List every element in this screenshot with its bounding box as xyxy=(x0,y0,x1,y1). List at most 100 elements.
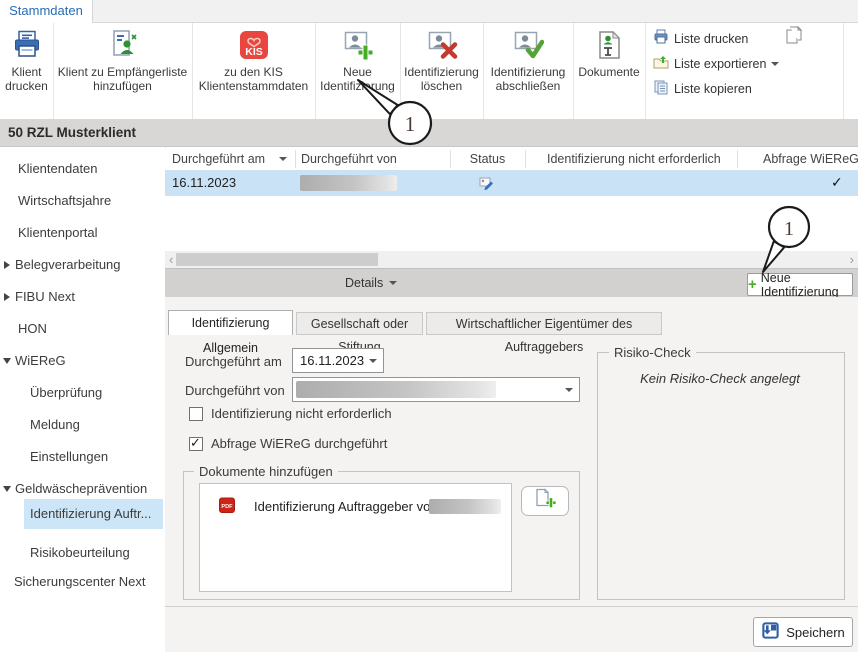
sidebar-item-ueberpruefung[interactable]: Überprüfung xyxy=(30,382,102,404)
kis-klientenstammdaten-button[interactable]: KIS zu den KIS Klientenstammdaten xyxy=(192,23,316,119)
checkbox-abfrage-wiereg-label: Abfrage WiEReG durchgeführt xyxy=(211,436,387,451)
liste-exportieren-button[interactable]: Liste exportieren xyxy=(653,54,779,73)
chevron-down-icon xyxy=(565,388,573,392)
liste-kopieren-button[interactable]: Liste kopieren xyxy=(653,79,752,98)
document-add-icon xyxy=(533,488,557,515)
client-title: 50 RZL Musterklient xyxy=(8,125,136,140)
row-date: 16.11.2023 xyxy=(172,175,236,190)
sidebar-item-fibu-next[interactable]: FIBU Next xyxy=(15,286,75,308)
collapse-arrow-icon[interactable] xyxy=(3,358,11,364)
callout-step1-button: 1 xyxy=(745,203,815,278)
collapse-arrow-icon[interactable] xyxy=(3,486,11,492)
sidebar-item-sicherungscenter-next[interactable]: Sicherungscenter Next xyxy=(14,571,146,593)
column-durchgefuehrt-am[interactable]: Durchgeführt am xyxy=(172,148,287,170)
status-edit-icon xyxy=(478,175,494,194)
sidebar-item-einstellungen[interactable]: Einstellungen xyxy=(30,446,108,468)
column-status[interactable]: Status xyxy=(450,148,525,170)
chevron-down-icon xyxy=(369,359,377,363)
column-abfrage-wiereg[interactable]: Abfrage WiEReG durchgeführt xyxy=(763,148,858,170)
scroll-right-icon[interactable]: › xyxy=(850,251,854,268)
svg-text:1: 1 xyxy=(405,112,416,136)
klient-drucken-button[interactable]: Klient drucken xyxy=(0,23,54,119)
details-label: Details xyxy=(345,276,383,290)
liste-drucken-button[interactable]: Liste drucken xyxy=(653,29,748,48)
ribbon-button-label: Identifizierung abschließen xyxy=(484,65,572,93)
checkmark-icon: ✓ xyxy=(831,174,843,191)
sidebar-item-hon[interactable]: HON xyxy=(18,318,47,340)
pages-button[interactable] xyxy=(784,25,804,50)
document-item-redacted xyxy=(429,499,501,514)
save-icon xyxy=(761,621,780,643)
kis-icon: KIS xyxy=(238,28,270,62)
speichern-label: Speichern xyxy=(786,625,845,640)
sidebar-item-risikobeurteilung[interactable]: Risikobeurteilung xyxy=(30,542,130,564)
risk-empty-text: Kein Risiko-Check angelegt xyxy=(597,371,843,386)
printer-icon xyxy=(11,28,43,62)
add-document-button[interactable] xyxy=(521,486,569,516)
ribbon-button-label: Klient drucken xyxy=(1,65,53,93)
copy-icon xyxy=(653,79,669,98)
sidebar-item-wiereg[interactable]: WiEReG xyxy=(15,350,66,372)
chevron-down-icon xyxy=(389,281,397,285)
sidebar-item-wirtschaftsjahre[interactable]: Wirtschaftsjahre xyxy=(18,190,111,212)
checkbox-nicht-erforderlich[interactable] xyxy=(189,407,203,421)
sort-arrow-icon[interactable] xyxy=(279,157,287,161)
document-item-label[interactable]: Identifizierung Auftraggeber vom xyxy=(254,499,441,514)
column-nicht-erforderlich[interactable]: Identifizierung nicht erforderlich xyxy=(547,148,737,170)
sidebar-item-geldwaeschepraevention[interactable]: Geldwäscheprävention xyxy=(15,478,147,500)
svg-text:KIS: KIS xyxy=(245,46,263,58)
by-combobox[interactable] xyxy=(292,377,580,402)
sidebar-item-belegverarbeitung[interactable]: Belegverarbeitung xyxy=(15,254,121,276)
person-add-icon xyxy=(342,28,374,62)
folder-export-icon xyxy=(653,54,669,73)
identification-row[interactable]: 16.11.2023 ✓ xyxy=(165,170,858,196)
tab-wirtschaftlicher-eigentuemer[interactable]: Wirtschaftlicher Eigentümer des Auftragg… xyxy=(426,312,662,335)
sidebar-item-klientenportal[interactable]: Klientenportal xyxy=(18,222,98,244)
liste-kopieren-label: Liste kopieren xyxy=(674,82,752,96)
svg-text:1: 1 xyxy=(784,218,794,240)
date-value: 16.11.2023 xyxy=(300,353,364,368)
klient-empfaengerliste-button[interactable]: Klient zu Empfängerliste hinzufügen xyxy=(53,23,193,119)
risiko-check-group xyxy=(597,352,845,600)
person-check-icon xyxy=(512,28,544,62)
row-name-redacted xyxy=(300,175,397,191)
printer-small-icon xyxy=(653,29,669,48)
checkbox-abfrage-wiereg[interactable] xyxy=(189,437,203,451)
scroll-left-icon[interactable]: ‹ xyxy=(169,251,173,268)
sidebar-item-meldung[interactable]: Meldung xyxy=(30,414,80,436)
liste-exportieren-label: Liste exportieren xyxy=(674,57,766,71)
document-person-icon xyxy=(107,28,139,62)
ribbon-button-label: zu den KIS Klientenstammdaten xyxy=(194,65,314,93)
svg-text:PDF: PDF xyxy=(221,504,233,510)
scrollbar-thumb[interactable] xyxy=(176,253,378,266)
expand-arrow-icon[interactable] xyxy=(4,293,10,301)
pdf-icon: PDF xyxy=(219,497,235,519)
list-actions-group: Liste drucken Liste exportieren Liste ko… xyxy=(645,23,844,119)
liste-drucken-label: Liste drucken xyxy=(674,32,748,46)
sidebar-item-identifizierung-auftraggeber[interactable]: Identifizierung Auftr... xyxy=(30,503,151,525)
ribbon-tab-bar xyxy=(0,0,858,23)
sidebar-item-klientendaten[interactable]: Klientendaten xyxy=(18,158,98,180)
document-list[interactable]: PDF Identifizierung Auftraggeber vom xyxy=(199,483,512,592)
ribbon-button-label: Dokumente xyxy=(574,65,644,79)
tab-identifizierung-allgemein[interactable]: Identifizierung Allgemein xyxy=(168,310,293,335)
dokumente-button[interactable]: Dokumente xyxy=(573,23,646,119)
tab-stammdaten[interactable]: Stammdaten xyxy=(0,0,93,23)
speichern-button[interactable]: Speichern xyxy=(753,617,853,647)
expand-arrow-icon[interactable] xyxy=(4,261,10,269)
documents-icon xyxy=(593,28,625,62)
tab-gesellschaft-oder-stiftung[interactable]: Gesellschaft oder Stiftung xyxy=(296,312,423,335)
person-delete-icon xyxy=(426,28,458,62)
checkbox-nicht-erforderlich-label: Identifizierung nicht erforderlich xyxy=(211,406,392,421)
risiko-check-group-label: Risiko-Check xyxy=(609,345,696,360)
callout-step1-ribbon: 1 xyxy=(350,73,445,155)
chevron-down-icon xyxy=(771,62,779,66)
identification-table-header: Durchgeführt am Durchgeführt von Status … xyxy=(165,148,858,171)
app-window: Stammdaten Klient drucken Klient zu Empf… xyxy=(0,0,858,652)
dokumente-group-label: Dokumente hinzufügen xyxy=(194,464,338,479)
details-toggle[interactable]: Details xyxy=(345,276,397,290)
plus-icon: + xyxy=(748,277,757,292)
date-combobox[interactable]: 16.11.2023 xyxy=(292,348,384,373)
by-label: Durchgeführt von xyxy=(185,378,285,403)
identifizierung-abschliessen-button[interactable]: Identifizierung abschließen xyxy=(483,23,574,119)
